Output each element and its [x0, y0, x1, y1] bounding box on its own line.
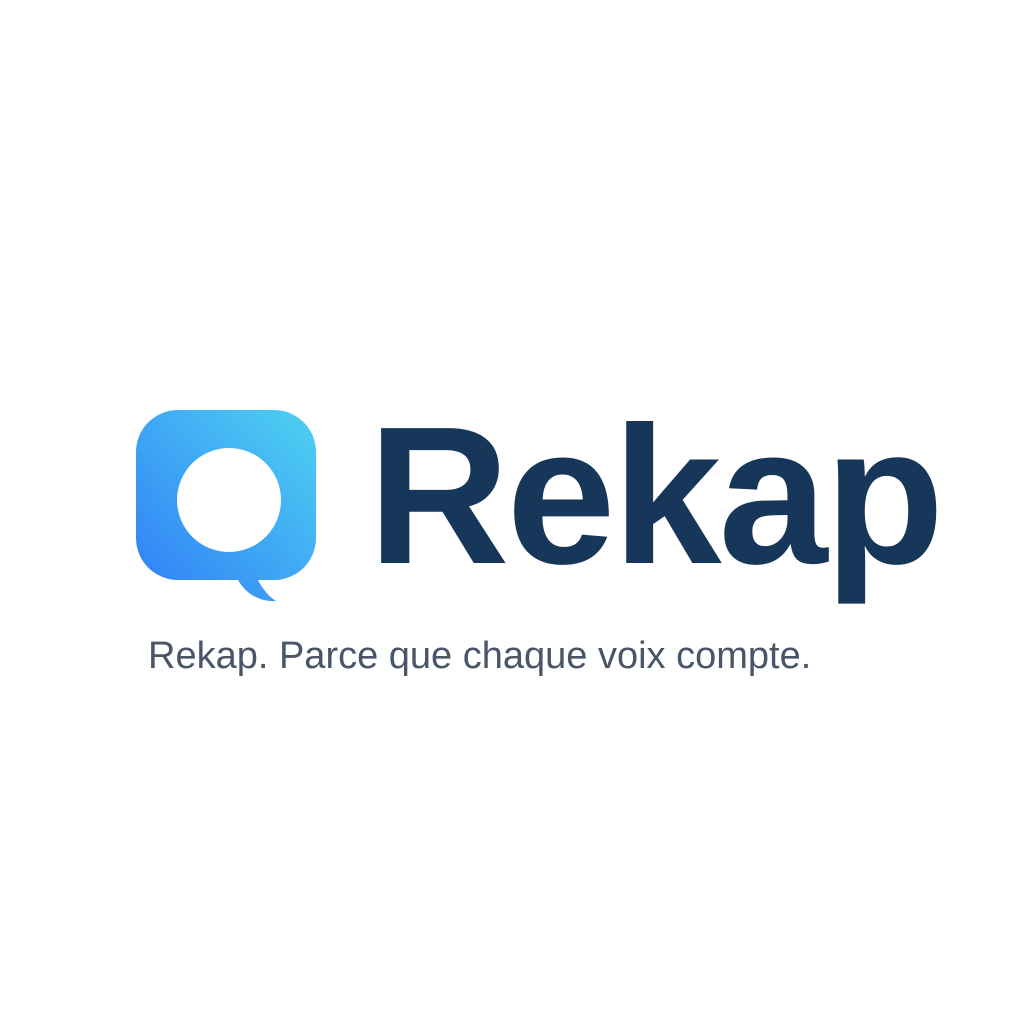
speech-bubble-icon	[136, 410, 316, 602]
brand-tagline: Rekap. Parce que chaque voix compte.	[148, 635, 812, 677]
logo-canvas: Rekap Rekap. Parce que chaque voix compt…	[0, 0, 1024, 1024]
brand-wordmark: Rekap	[368, 386, 944, 605]
